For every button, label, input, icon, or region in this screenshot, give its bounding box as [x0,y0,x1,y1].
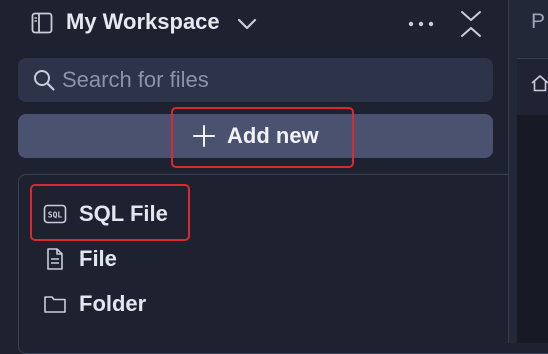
folder-icon [44,296,66,313]
menu-item-label: Folder [79,291,147,316]
add-new-label: Add new [227,123,319,148]
add-new-menu: SQL SQL File File Folder [18,174,548,354]
add-new-button[interactable]: Add new [18,114,493,158]
chevron-down-icon[interactable] [236,14,258,34]
menu-item-file[interactable]: File [29,238,499,280]
sql-file-icon: SQL [43,204,67,224]
sidebar: My Workspace Add new [0,0,548,354]
editor-content [517,115,548,343]
sidebar-layout-icon[interactable] [30,11,54,35]
menu-item-label: SQL File [79,201,168,226]
home-icon[interactable] [531,74,548,92]
collapse-vertical-icon[interactable] [458,9,484,39]
search-input[interactable] [62,64,482,96]
workspace-header: My Workspace [0,0,508,48]
plus-icon [193,125,215,147]
editor-tab-label[interactable]: P [531,10,545,34]
menu-item-label: File [79,246,117,271]
menu-item-sql-file[interactable]: SQL SQL File [29,193,499,235]
editor-panel: P [508,0,548,343]
menu-item-folder[interactable]: Folder [29,283,499,325]
search-icon [34,70,55,91]
more-horizontal-icon[interactable] [406,14,436,34]
file-icon [47,248,63,270]
search-box[interactable] [18,58,493,102]
svg-text:SQL: SQL [48,211,63,220]
workspace-title[interactable]: My Workspace [66,9,220,35]
